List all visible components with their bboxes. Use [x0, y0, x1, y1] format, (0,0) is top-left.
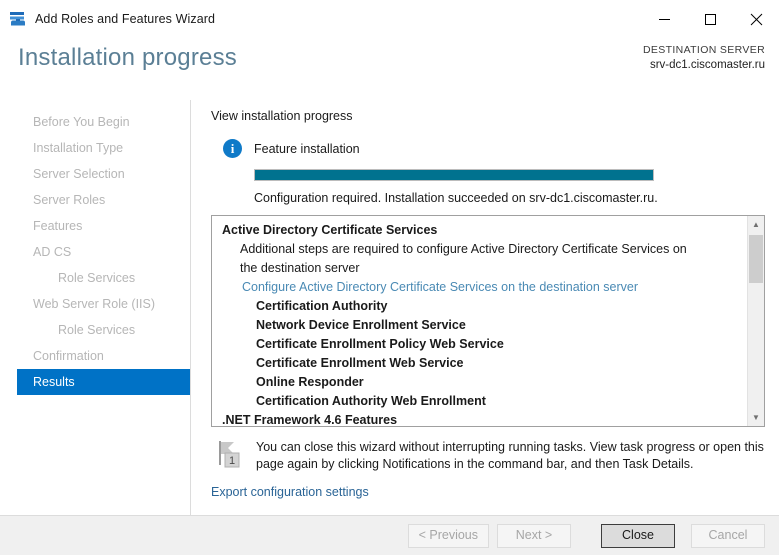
- cancel-button[interactable]: Cancel: [691, 523, 765, 548]
- wizard-step-nav: Before You Begin Installation Type Server …: [0, 100, 191, 515]
- sidebar-item-before-you-begin[interactable]: Before You Begin: [0, 109, 190, 135]
- minimize-icon: [658, 18, 670, 20]
- sidebar-item-label: Server Roles: [33, 193, 106, 207]
- maximize-icon: [704, 13, 716, 25]
- sidebar-item-label: Installation Type: [33, 141, 124, 155]
- destination-server-label: DESTINATION SERVER: [642, 44, 765, 56]
- progress-status-text: Configuration required. Installation suc…: [254, 191, 658, 205]
- result-list-item: Certification Authority Web Enrollment: [256, 394, 486, 408]
- results-scrollbar[interactable]: ▲ ▼: [747, 216, 764, 426]
- feature-installation-row: i Feature installation: [211, 139, 765, 158]
- scroll-down-icon[interactable]: ▼: [748, 409, 764, 426]
- close-window-button[interactable]: [733, 0, 779, 38]
- sidebar-item-label: Features: [33, 219, 83, 233]
- result-list-item: Certificate Enrollment Web Service: [256, 356, 464, 370]
- view-installation-progress-label: View installation progress: [211, 109, 353, 123]
- sidebar-item-label: Web Server Role (IIS): [33, 297, 156, 311]
- main-content: View installation progress i Feature ins…: [191, 100, 779, 515]
- server-tools-icon: [9, 10, 27, 28]
- sidebar-item-confirmation[interactable]: Confirmation: [0, 343, 190, 369]
- sidebar-item-label: Role Services: [58, 323, 136, 337]
- sidebar-item-results[interactable]: Results: [17, 369, 190, 395]
- svg-text:1: 1: [229, 455, 235, 467]
- sidebar-item-ad-cs[interactable]: AD CS: [0, 239, 190, 265]
- sidebar-item-server-selection[interactable]: Server Selection: [0, 161, 190, 187]
- minimize-button[interactable]: [641, 0, 687, 38]
- add-roles-features-wizard-window: Add Roles and Features Wizard Installati…: [0, 0, 779, 555]
- window-title: Add Roles and Features Wizard: [35, 12, 216, 26]
- sidebar-item-features[interactable]: Features: [0, 213, 190, 239]
- results-listbox[interactable]: Active Directory Certificate Services Add…: [211, 215, 765, 427]
- result-list-item: Additional steps are required to configu…: [240, 242, 687, 275]
- next-button[interactable]: Next >: [497, 523, 571, 548]
- notification-notice: 1 You can close this wizard without inte…: [211, 439, 765, 473]
- sidebar-item-label: Role Services: [58, 271, 136, 285]
- notification-flag-icon: 1: [215, 439, 245, 471]
- sidebar-item-role-services[interactable]: Role Services: [0, 265, 190, 291]
- result-list-item: Online Responder: [256, 375, 364, 389]
- result-list-item: Active Directory Certificate Services: [222, 223, 438, 237]
- sidebar-item-label: AD CS: [33, 245, 72, 259]
- sidebar-item-installation-type[interactable]: Installation Type: [0, 135, 190, 161]
- sidebar-item-label: Server Selection: [33, 167, 125, 181]
- result-list-item: Network Device Enrollment Service: [256, 318, 466, 332]
- result-list-item: Certificate Enrollment Policy Web Servic…: [256, 337, 504, 351]
- previous-button[interactable]: < Previous: [407, 523, 489, 548]
- notification-text: You can close this wizard without interr…: [256, 440, 764, 471]
- page-title: Installation progress: [18, 44, 237, 71]
- feature-installation-label: Feature installation: [254, 141, 360, 156]
- wizard-body: Before You Begin Installation Type Server …: [0, 100, 779, 515]
- info-icon: i: [223, 139, 242, 158]
- sidebar-item-server-roles[interactable]: Server Roles: [0, 187, 190, 213]
- result-list-item: .NET Framework 4.6 Features: [222, 413, 398, 426]
- title-bar: Add Roles and Features Wizard: [0, 0, 779, 38]
- scroll-up-icon[interactable]: ▲: [748, 216, 764, 233]
- window-controls: [641, 0, 779, 38]
- sidebar-item-label: Confirmation: [33, 349, 104, 363]
- sidebar-item-role-services[interactable]: Role Services: [0, 317, 190, 343]
- sidebar-item-label: Results: [33, 375, 75, 389]
- result-list-item: Certification Authority: [256, 299, 388, 313]
- destination-server-block: DESTINATION SERVER srv-dc1.ciscomaster.r…: [643, 43, 765, 73]
- maximize-button[interactable]: [687, 0, 733, 38]
- close-icon: [750, 13, 762, 25]
- close-button[interactable]: Close: [601, 523, 675, 548]
- sidebar-item-label: Before You Begin: [33, 115, 130, 129]
- sidebar-item-web-server-role-iis[interactable]: Web Server Role (IIS): [0, 291, 190, 317]
- configure-adcs-link[interactable]: Configure Active Directory Certificate S…: [222, 278, 747, 297]
- export-configuration-settings-link[interactable]: Export configuration settings: [211, 485, 369, 499]
- results-list: Active Directory Certificate Services Add…: [212, 216, 747, 426]
- scrollbar-thumb[interactable]: [749, 235, 763, 283]
- installation-progress-bar: [254, 169, 654, 181]
- destination-server-name: srv-dc1.ciscomaster.ru: [649, 59, 765, 71]
- progress-bar-fill: [255, 170, 653, 180]
- wizard-footer: < Previous Next > Close Cancel: [0, 515, 779, 555]
- page-header: Installation progress DESTINATION SERVER…: [0, 38, 779, 100]
